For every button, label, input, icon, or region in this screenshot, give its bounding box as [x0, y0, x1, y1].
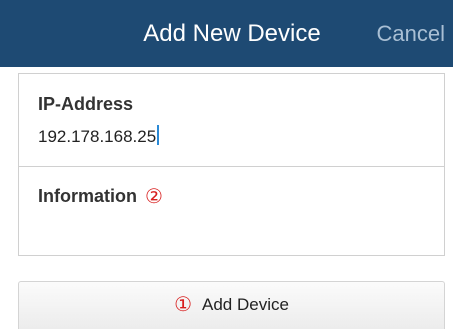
top-bar: Add New Device Cancel [0, 0, 453, 67]
information-label-row: Information ② [38, 184, 163, 209]
step-marker-2: ② [145, 186, 163, 208]
ip-address-label: IP-Address [38, 94, 134, 114]
text-caret [157, 125, 160, 145]
ip-address-field[interactable]: IP-Address 192.178.168.25 [19, 74, 444, 167]
add-device-label: Add Device [202, 295, 289, 314]
step-marker-1: ① [174, 294, 192, 316]
cancel-button[interactable]: Cancel [377, 0, 445, 67]
ip-address-value: 192.178.168.25 [38, 127, 157, 146]
information-field[interactable]: Information ② [19, 166, 444, 255]
information-input[interactable] [38, 216, 428, 242]
add-device-button-content: ① Add Device [19, 282, 444, 328]
ip-address-input[interactable]: 192.178.168.25 [38, 124, 428, 150]
add-device-button[interactable]: ① Add Device [18, 281, 445, 329]
device-form: IP-Address 192.178.168.25 Information ② [18, 73, 445, 256]
information-label: Information [38, 186, 137, 206]
